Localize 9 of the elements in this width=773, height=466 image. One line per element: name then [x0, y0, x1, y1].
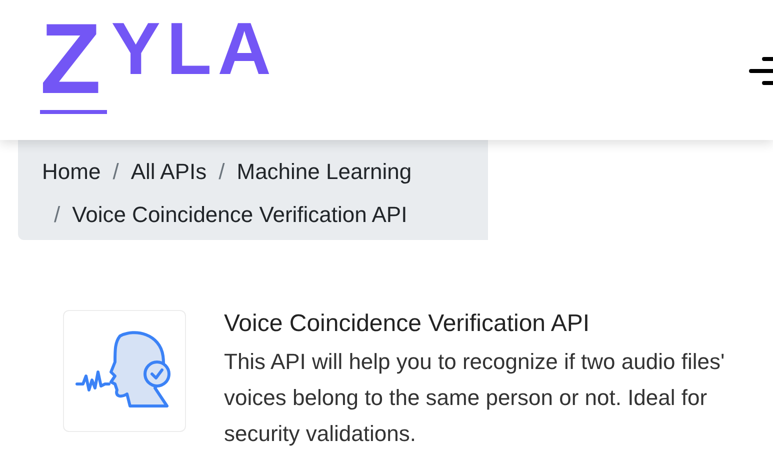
breadcrumb-link[interactable]: Voice Coincidence Verification API: [72, 197, 408, 240]
breadcrumb-link[interactable]: Home: [42, 154, 101, 197]
breadcrumb-link[interactable]: Machine Learning: [236, 154, 412, 197]
breadcrumb-separator: /: [53, 201, 62, 229]
api-description: This API will help you to recognize if two audio files' voices belong to the same person or not. Ideal for security validations.: [224, 348, 726, 448]
api-title: Voice Coincidence Verification API: [224, 309, 591, 339]
breadcrumb-separator: /: [218, 158, 226, 186]
breadcrumb-separator: /: [112, 158, 120, 186]
breadcrumb-link[interactable]: All APIs: [130, 154, 207, 197]
